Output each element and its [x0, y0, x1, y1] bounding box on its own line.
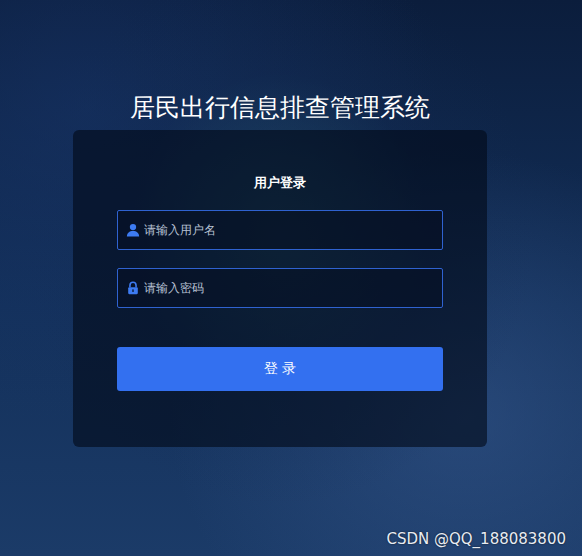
username-field[interactable]	[117, 210, 443, 250]
login-button[interactable]: 登 录	[117, 347, 443, 391]
login-page: 居民出行信息排查管理系统 用户登录 登 录 CSDN @QQ_188083800	[0, 0, 582, 556]
password-field[interactable]	[117, 268, 443, 308]
login-column: 居民出行信息排查管理系统 用户登录 登 录	[73, 90, 487, 556]
system-title: 居民出行信息排查管理系统	[130, 90, 430, 126]
lock-icon	[126, 281, 140, 295]
username-input[interactable]	[144, 213, 434, 247]
password-input[interactable]	[144, 271, 434, 305]
user-icon	[126, 223, 140, 237]
watermark: CSDN @QQ_188083800	[386, 530, 566, 548]
login-card: 用户登录 登 录	[73, 130, 487, 447]
login-heading: 用户登录	[117, 174, 443, 192]
